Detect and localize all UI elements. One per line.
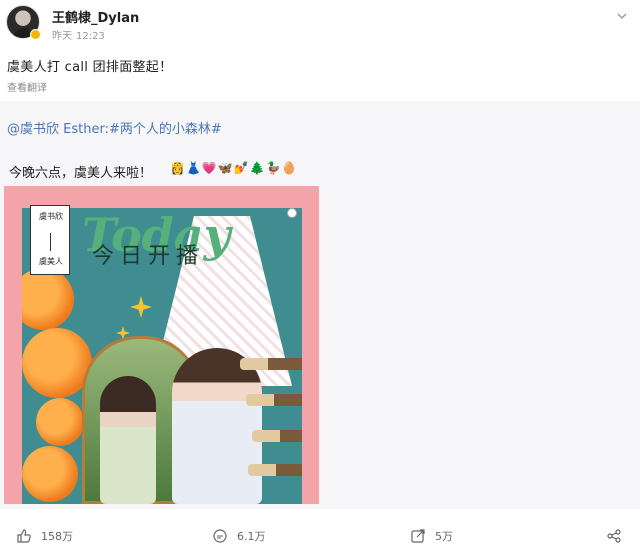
like-icon — [16, 528, 41, 544]
post-text: 虞美人打 call 团排面整起！ — [7, 60, 173, 75]
like-count: 158万 — [41, 530, 73, 543]
repost-icon — [410, 528, 435, 544]
image-overlay-cn: 今日开播 — [92, 244, 205, 269]
tag-bottom-text: 虞美人 — [39, 257, 63, 266]
person-photo — [100, 376, 156, 504]
repost-text: 今晚六点，虞美人来啦！ — [9, 166, 153, 181]
person-photo — [172, 348, 262, 504]
share-icon — [606, 528, 631, 544]
like-button[interactable]: 158万 — [16, 528, 73, 544]
username[interactable]: 王鹤棣_Dylan — [52, 7, 139, 26]
brush-illustration — [252, 430, 302, 442]
translate-link[interactable]: 查看翻译 — [7, 79, 47, 94]
action-bar: 158万 6.1万 5万 — [0, 520, 640, 554]
corner-dot — [287, 208, 297, 218]
post-header: 王鹤棣_Dylan 昨天 12:23 — [0, 0, 640, 48]
brush-illustration — [246, 394, 302, 406]
title-tag: 虞书欣 虞美人 — [30, 205, 70, 275]
chevron-down-icon[interactable] — [616, 10, 628, 22]
brush-illustration — [240, 358, 302, 370]
repost-button[interactable]: 5万 — [410, 528, 453, 544]
tag-divider — [50, 233, 51, 251]
repost-card[interactable]: @虞书欣 Esther:#两个人的小森林# 今晚六点，虞美人来啦！ 👸👗💗🦋💅🌲… — [0, 101, 640, 509]
comment-button[interactable]: 6.1万 — [212, 528, 266, 544]
repost-image[interactable]: Today 今日开播 虞书欣 虞美人 — [4, 186, 319, 504]
repost-author-line[interactable]: @虞书欣 Esther:#两个人的小森林# — [7, 118, 222, 137]
brush-illustration — [248, 464, 302, 476]
post-time: 12:23 — [76, 31, 105, 42]
flower-illustration — [22, 446, 78, 502]
repost-emojis: 👸👗💗🦋💅🌲🦆🥚 — [170, 161, 298, 175]
comment-icon — [212, 528, 237, 544]
post-day: 昨天 — [52, 31, 72, 42]
repost-count: 5万 — [435, 530, 453, 543]
share-button[interactable] — [606, 528, 631, 544]
tag-top-text: 虞书欣 — [39, 212, 63, 221]
verified-badge-icon — [30, 29, 41, 40]
flower-illustration — [22, 268, 74, 330]
post-meta: 昨天 12:23 — [52, 27, 105, 42]
comment-count: 6.1万 — [237, 530, 266, 543]
star-icon — [130, 296, 152, 318]
flower-illustration — [36, 398, 84, 446]
